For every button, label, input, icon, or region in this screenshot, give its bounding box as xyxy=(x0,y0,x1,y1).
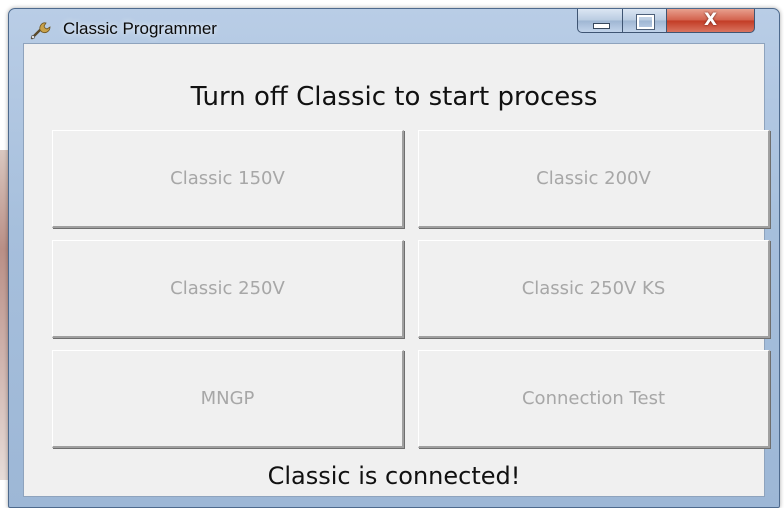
client-area: Turn off Classic to start process Classi… xyxy=(23,43,770,497)
maximize-icon xyxy=(636,14,655,30)
maximize-button[interactable] xyxy=(623,9,667,33)
classic-200v-button[interactable]: Classic 200V xyxy=(418,130,770,228)
app-window: Classic Programmer X Turn off Classic to… xyxy=(8,8,780,508)
close-icon: X xyxy=(703,10,718,30)
caption-buttons: X xyxy=(577,9,774,35)
classic-150v-button[interactable]: Classic 150V xyxy=(52,130,404,228)
title-bar[interactable]: Classic Programmer X xyxy=(9,9,779,43)
close-button[interactable]: X xyxy=(667,9,755,33)
window-title: Classic Programmer xyxy=(63,19,217,38)
status-text: Classic is connected! xyxy=(267,462,521,490)
wrench-app-icon[interactable] xyxy=(29,19,51,41)
classic-250v-button[interactable]: Classic 250V xyxy=(52,240,404,338)
minimize-button[interactable] xyxy=(577,9,623,33)
page-title: Turn off Classic to start process xyxy=(190,82,598,112)
mngp-button[interactable]: MNGP xyxy=(52,350,404,448)
connection-test-button[interactable]: Connection Test xyxy=(418,350,770,448)
minimize-icon xyxy=(593,23,610,29)
classic-250v-ks-button[interactable]: Classic 250V KS xyxy=(418,240,770,338)
